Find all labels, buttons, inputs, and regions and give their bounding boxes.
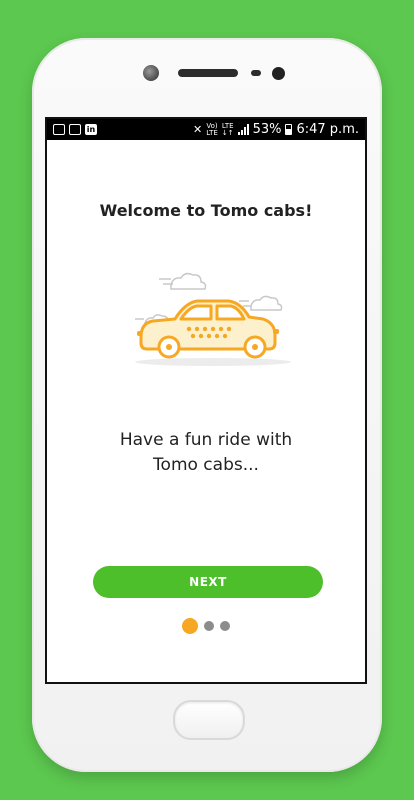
image-icon bbox=[69, 124, 81, 135]
taxi-illustration bbox=[135, 272, 291, 366]
proximity-sensor bbox=[251, 70, 261, 76]
app-screen: in ✕ Vo) LTE LTE ↓↑ 53% 6:47 p.m. Welcome … bbox=[45, 117, 367, 684]
status-bar: in ✕ Vo) LTE LTE ↓↑ 53% 6:47 p.m. bbox=[47, 119, 365, 140]
battery-icon bbox=[285, 124, 293, 135]
clock: 6:47 p.m. bbox=[296, 122, 359, 137]
page-dot[interactable] bbox=[220, 621, 230, 631]
earpiece-speaker bbox=[178, 69, 238, 77]
volte-indicator: Vo) LTE bbox=[206, 121, 218, 137]
linkedin-icon: in bbox=[85, 124, 97, 135]
tagline: Have a fun ride with Tomo cabs... bbox=[67, 428, 345, 478]
battery-percent: 53% bbox=[252, 122, 282, 137]
page-dot-active[interactable] bbox=[182, 618, 198, 634]
lte-indicator: LTE ↓↑ bbox=[221, 121, 234, 137]
alert-icon bbox=[53, 124, 65, 135]
camera-lens bbox=[143, 65, 159, 81]
mute-icon: ✕ bbox=[192, 123, 203, 136]
home-button[interactable] bbox=[173, 700, 245, 740]
next-button[interactable]: NEXT bbox=[93, 566, 323, 598]
front-camera bbox=[272, 67, 285, 80]
tagline-line-2: Tomo cabs... bbox=[153, 455, 259, 475]
welcome-title: Welcome to Tomo cabs! bbox=[99, 201, 313, 220]
tagline-line-1: Have a fun ride with bbox=[119, 430, 293, 450]
cloud-icon bbox=[159, 272, 207, 290]
page-indicator bbox=[47, 618, 365, 634]
signal-icon bbox=[237, 124, 249, 135]
cloud-icon bbox=[239, 295, 283, 311]
page-dot[interactable] bbox=[204, 621, 214, 631]
